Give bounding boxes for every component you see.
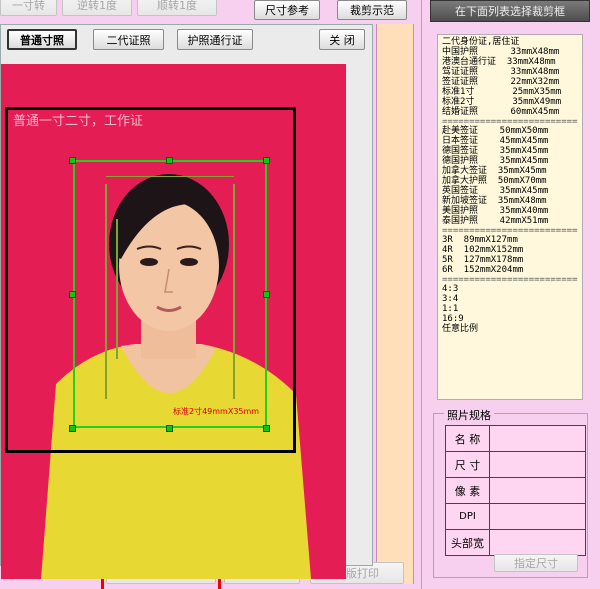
list-item[interactable]: 3R 89mmX127mm [442, 235, 578, 245]
crop-handle-bottom-left[interactable] [69, 425, 76, 432]
crop-guide-line [233, 184, 235, 399]
table-row: DPI [445, 503, 586, 530]
close-button[interactable]: 关 闭 [319, 29, 365, 50]
rotate-left-button[interactable]: 逆转1度 [62, 0, 132, 16]
crop-guide-line [116, 219, 118, 359]
specify-size-label: 指定尺寸 [514, 557, 558, 570]
size-reference-button[interactable]: 尺寸参考 [254, 0, 320, 20]
size-reference-label: 尺寸参考 [265, 4, 309, 17]
list-item[interactable]: 日本签证 45mmX45mm [442, 136, 578, 146]
table-row: 名 称 [445, 425, 586, 452]
spec-value [489, 503, 586, 530]
list-item[interactable]: 加拿大护照 50mmX70mm [442, 176, 578, 186]
list-item[interactable]: 6R 152mmX204mm [442, 265, 578, 275]
list-item[interactable]: 中国护照 33mmX48mm [442, 47, 578, 57]
list-item[interactable]: 泰国护照 42mmX51mm [442, 216, 578, 226]
tab-passport-label: 护照通行证 [187, 33, 243, 47]
photo-spec-title: 照片规格 [444, 407, 494, 423]
rotate-right-button[interactable]: 顺转1度 [137, 0, 217, 16]
list-item[interactable]: 16:9 [442, 314, 578, 324]
table-row: 像 素 [445, 477, 586, 504]
crop-handle-right[interactable] [263, 291, 270, 298]
right-panel-frame [421, 0, 422, 589]
list-item[interactable]: 签证证照 22mmX32mm [442, 77, 578, 87]
spec-value [489, 425, 586, 452]
list-item[interactable]: 美国护照 35mmX40mm [442, 206, 578, 216]
crop-guide-line [105, 184, 107, 399]
table-row: 头部宽 [445, 529, 586, 556]
list-item[interactable]: 德国签证 35mmX45mm [442, 146, 578, 156]
crop-size-label: 标准2寸49mmX35mm [173, 407, 260, 416]
list-separator: ========================================… [442, 226, 578, 235]
spec-value [489, 529, 586, 556]
select-crop-frame-label: 在下面列表选择裁剪框 [455, 5, 565, 18]
close-label: 关 闭 [329, 33, 355, 47]
list-item[interactable]: 二代身份证,居住证 [442, 37, 578, 47]
spec-key: DPI [445, 503, 490, 530]
crop-handle-top[interactable] [166, 157, 173, 164]
spec-value [489, 477, 586, 504]
select-crop-frame-header: 在下面列表选择裁剪框 [430, 0, 590, 22]
list-item[interactable]: 任意比例 [442, 324, 578, 334]
crop-demo-button[interactable]: 裁剪示范 [337, 0, 407, 20]
list-item[interactable]: 驾证证照 33mmX48mm [442, 67, 578, 77]
photo-spec-panel: 照片规格 名 称 尺 寸 像 素 DPI 头部宽 指定尺寸 [433, 407, 588, 578]
crop-dialog: 普通寸照 二代证照 护照通行证 关 闭 普通一寸二寸，工作证 标准2寸49mmX… [0, 24, 373, 579]
rotate-button-partial[interactable]: 一寸转 [0, 0, 57, 16]
rotate-left-label: 逆转1度 [77, 0, 117, 12]
rotate-right-label: 顺转1度 [157, 0, 197, 12]
list-item[interactable]: 标准1寸 25mmX35mm [442, 87, 578, 97]
tab-second-id[interactable]: 二代证照 [93, 29, 164, 50]
tab-second-id-label: 二代证照 [106, 33, 151, 47]
crop-handle-top-left[interactable] [69, 157, 76, 164]
spec-key: 名 称 [445, 425, 490, 452]
spec-key: 头部宽 [445, 529, 490, 556]
list-item[interactable]: 4:3 [442, 284, 578, 294]
green-crop-frame[interactable] [73, 160, 267, 428]
photo-spec-table: 名 称 尺 寸 像 素 DPI 头部宽 [445, 425, 586, 556]
specify-size-button[interactable]: 指定尺寸 [494, 554, 578, 572]
photo-canvas[interactable]: 普通一寸二寸，工作证 标准2寸49mmX35mm [1, 64, 346, 579]
tab-normal-photo[interactable]: 普通寸照 [7, 29, 77, 50]
crop-demo-label: 裁剪示范 [350, 4, 394, 17]
list-item[interactable]: 结婚证照 60mmX45mm [442, 107, 578, 117]
list-separator: ========================================… [442, 117, 578, 126]
tab-normal-photo-label: 普通寸照 [20, 33, 64, 47]
list-item[interactable]: 4R 102mmX152mm [442, 245, 578, 255]
spec-value [489, 451, 586, 478]
list-item[interactable]: 加拿大签证 35mmX45mm [442, 166, 578, 176]
spec-key: 尺 寸 [445, 451, 490, 478]
table-row: 尺 寸 [445, 451, 586, 478]
crop-guide-line [106, 176, 234, 177]
list-item[interactable]: 1:1 [442, 304, 578, 314]
list-item[interactable]: 5R 127mmX178mm [442, 255, 578, 265]
crop-size-list[interactable]: 二代身份证,居住证 中国护照 33mmX48mm 港澳台通行证 33mmX48mm 驾… [437, 34, 583, 400]
list-item[interactable]: 赴美签证 50mmX50mm [442, 126, 578, 136]
crop-handle-top-right[interactable] [263, 157, 270, 164]
crop-handle-left[interactable] [69, 291, 76, 298]
tab-passport[interactable]: 护照通行证 [177, 29, 253, 50]
spec-key: 像 素 [445, 477, 490, 504]
list-item[interactable]: 德国护照 35mmX45mm [442, 156, 578, 166]
crop-handle-bottom[interactable] [166, 425, 173, 432]
list-item[interactable]: 标准2寸 35mmX49mm [442, 97, 578, 107]
right-panel-divider [376, 24, 414, 584]
list-separator: ========================================… [442, 275, 578, 284]
list-item[interactable]: 英国签证 35mmX45mm [442, 186, 578, 196]
list-item[interactable]: 港澳台通行证 33mmX48mm [442, 57, 578, 67]
list-item[interactable]: 3:4 [442, 294, 578, 304]
crop-handle-bottom-right[interactable] [263, 425, 270, 432]
rotate-label: 一寸转 [12, 0, 45, 12]
list-item[interactable]: 新加坡签证 35mmX48mm [442, 196, 578, 206]
